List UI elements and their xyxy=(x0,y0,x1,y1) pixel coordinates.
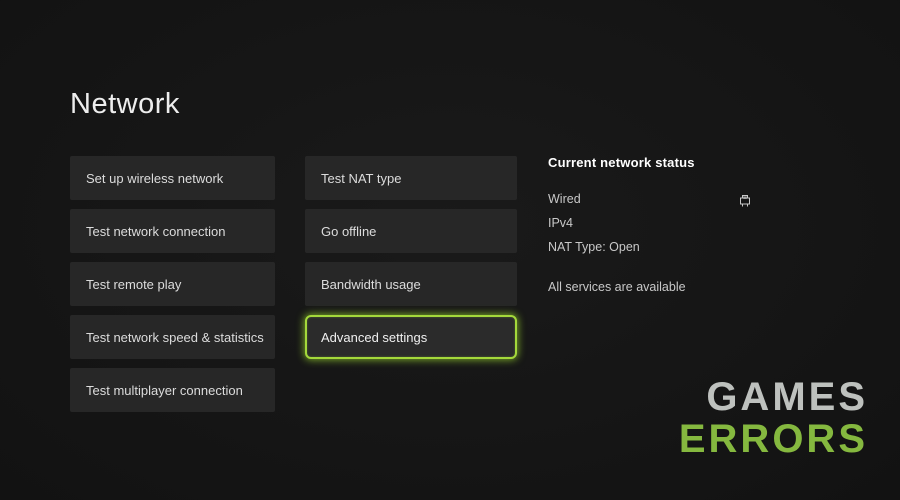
button-label: Test remote play xyxy=(86,277,181,292)
button-label: Go offline xyxy=(321,224,376,239)
button-label: Test multiplayer connection xyxy=(86,383,243,398)
button-advanced-settings[interactable]: Advanced settings xyxy=(305,315,517,359)
watermark-line-games: GAMES xyxy=(679,376,868,418)
services-status-text: All services are available xyxy=(548,275,763,299)
watermark-logo: GAMES ERRORS xyxy=(679,376,868,460)
status-nat-row: NAT Type: Open xyxy=(548,235,763,259)
button-label: Test network connection xyxy=(86,224,225,239)
status-heading: Current network status xyxy=(548,155,763,170)
menu-column-left: Set up wireless network Test network con… xyxy=(70,156,275,421)
button-test-nat-type[interactable]: Test NAT type xyxy=(305,156,517,200)
status-ip-row: IPv4 xyxy=(548,211,763,235)
button-test-network-speed-statistics[interactable]: Test network speed & statistics xyxy=(70,315,275,359)
button-test-remote-play[interactable]: Test remote play xyxy=(70,262,275,306)
button-label: Test NAT type xyxy=(321,171,401,186)
button-bandwidth-usage[interactable]: Bandwidth usage xyxy=(305,262,517,306)
ip-version-value: IPv4 xyxy=(548,216,573,230)
button-go-offline[interactable]: Go offline xyxy=(305,209,517,253)
button-test-network-connection[interactable]: Test network connection xyxy=(70,209,275,253)
button-label: Advanced settings xyxy=(321,330,427,345)
network-status-panel: Current network status Wired IPv4 NAT Ty… xyxy=(548,155,763,299)
nat-type-value: NAT Type: Open xyxy=(548,240,640,254)
button-test-multiplayer-connection[interactable]: Test multiplayer connection xyxy=(70,368,275,412)
menu-column-middle: Test NAT type Go offline Bandwidth usage… xyxy=(305,156,517,368)
button-label: Bandwidth usage xyxy=(321,277,421,292)
watermark-line-errors: ERRORS xyxy=(679,418,868,460)
page-title: Network xyxy=(70,88,180,121)
button-label: Set up wireless network xyxy=(86,171,223,186)
connection-type-value: Wired xyxy=(548,192,581,206)
button-set-up-wireless-network[interactable]: Set up wireless network xyxy=(70,156,275,200)
button-label: Test network speed & statistics xyxy=(86,330,264,345)
status-connection-row: Wired xyxy=(548,187,763,211)
